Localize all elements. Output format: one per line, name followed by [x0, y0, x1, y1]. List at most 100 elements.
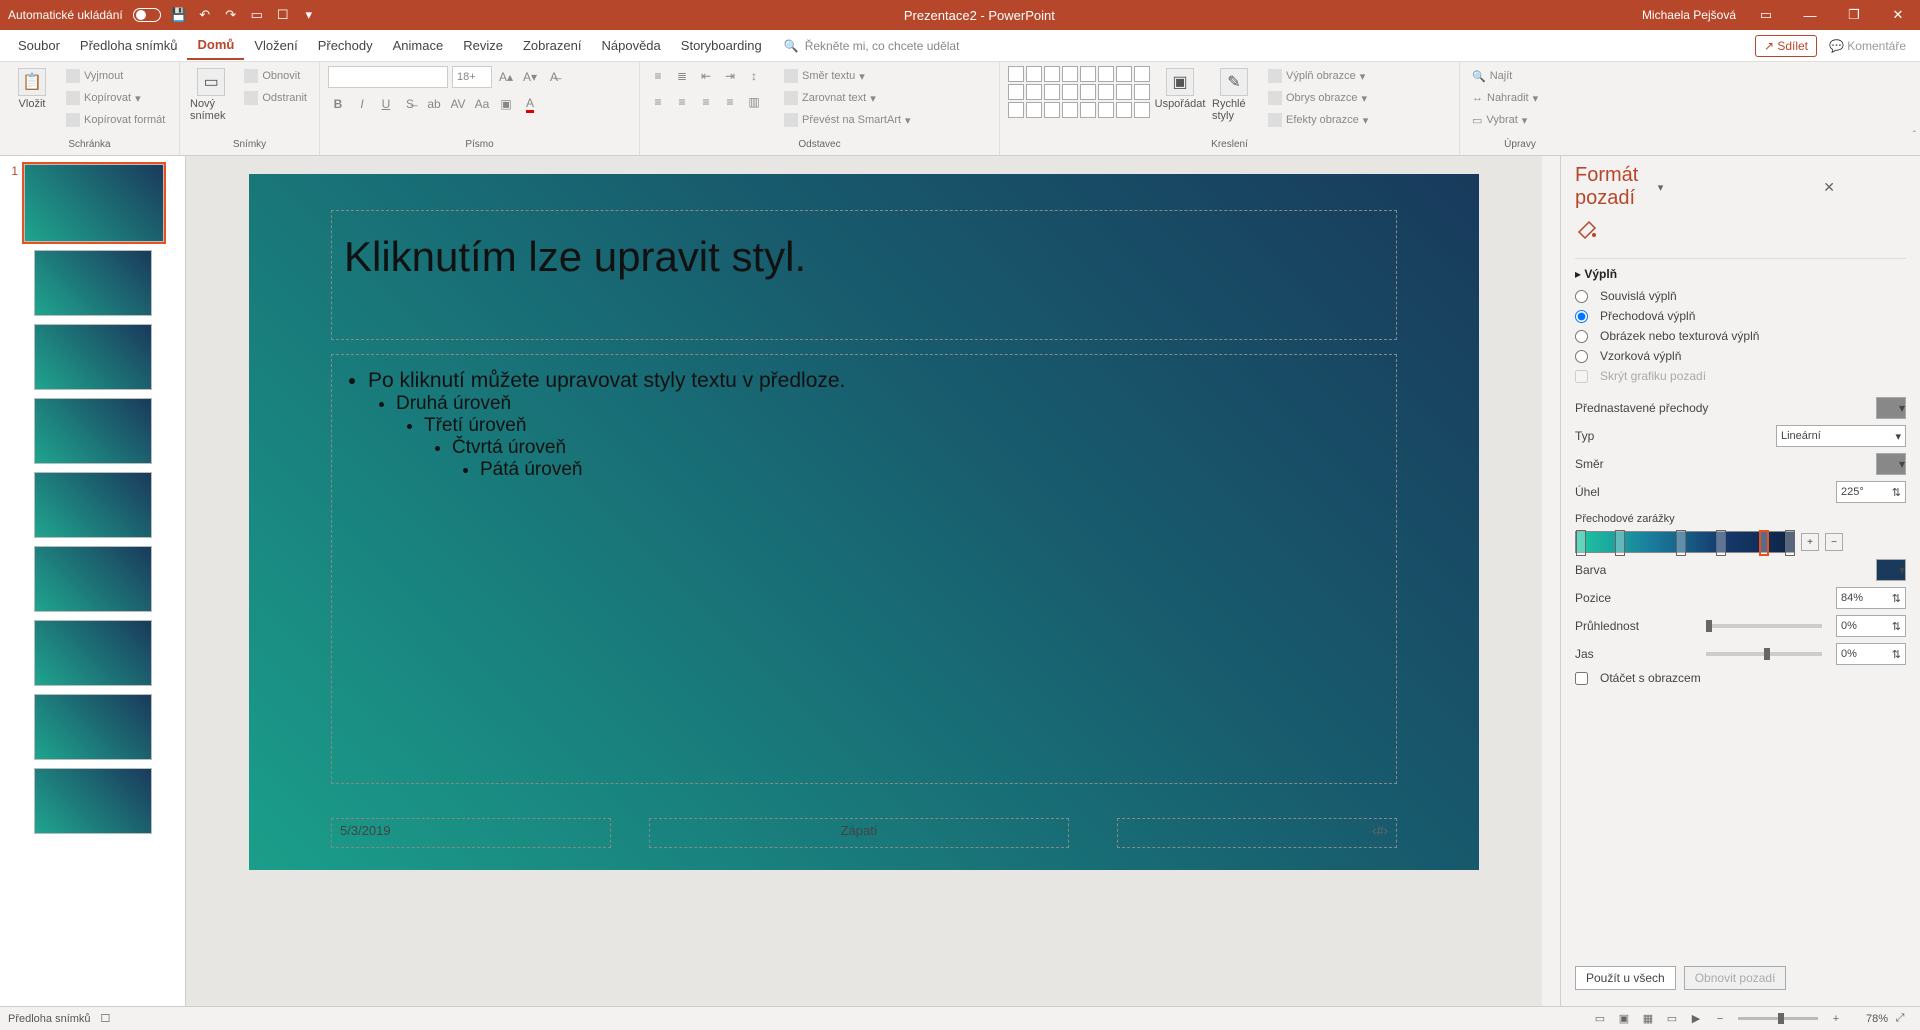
transparency-input[interactable]: 0%⇅: [1836, 615, 1906, 637]
underline-button[interactable]: U: [376, 94, 396, 114]
strike-button[interactable]: S̶: [400, 94, 420, 114]
shrink-font-icon[interactable]: A▾: [520, 67, 540, 87]
select-button[interactable]: ▭Vybrat ▾: [1468, 110, 1542, 130]
transparency-slider[interactable]: [1706, 624, 1823, 628]
comments-button[interactable]: 💬 Komentáře: [1823, 36, 1912, 56]
notes-button[interactable]: ▭: [1589, 1010, 1611, 1028]
layout-thumb-6[interactable]: [34, 620, 152, 686]
slidenum-placeholder[interactable]: ‹#›: [1117, 818, 1397, 848]
zoom-in-icon[interactable]: +: [1825, 1010, 1847, 1028]
date-placeholder[interactable]: 5/3/2019: [331, 818, 611, 848]
shadow-button[interactable]: ab: [424, 94, 444, 114]
close-icon[interactable]: ✕: [1884, 7, 1912, 23]
outdent-icon[interactable]: ⇤: [696, 66, 716, 86]
numbering-icon[interactable]: ≣: [672, 66, 692, 86]
layout-thumb-7[interactable]: [34, 694, 152, 760]
preset-gradient-picker[interactable]: ▾: [1876, 397, 1906, 419]
copy-button[interactable]: Kopírovat ▾: [62, 88, 169, 108]
shapes-gallery[interactable]: [1008, 66, 1150, 118]
pane-menu-icon[interactable]: ▾: [1658, 181, 1741, 194]
title-placeholder[interactable]: Kliknutím lze upravit styl.: [331, 210, 1397, 340]
shape-outline-button[interactable]: Obrys obrazce ▾: [1264, 88, 1372, 108]
autosave-toggle[interactable]: [133, 8, 161, 22]
columns-icon[interactable]: ▥: [744, 92, 764, 112]
gradient-direction-picker[interactable]: ▾: [1876, 453, 1906, 475]
font-size-combo[interactable]: 18+: [452, 66, 492, 88]
tab-predloha[interactable]: Předloha snímků: [70, 32, 188, 59]
italic-button[interactable]: I: [352, 94, 372, 114]
layout-thumb-3[interactable]: [34, 398, 152, 464]
replace-button[interactable]: ↔Nahradit ▾: [1468, 88, 1542, 108]
align-text-button[interactable]: Zarovnat text ▾: [780, 88, 915, 108]
normal-view-icon[interactable]: ▣: [1613, 1010, 1635, 1028]
spacing-button[interactable]: AV: [448, 94, 468, 114]
font-family-combo[interactable]: [328, 66, 448, 88]
bucket-icon[interactable]: [1575, 218, 1603, 246]
save-icon[interactable]: 💾: [171, 7, 187, 23]
accessibility-icon[interactable]: ☐: [101, 1012, 111, 1025]
shape-effects-button[interactable]: Efekty obrazce ▾: [1264, 110, 1372, 130]
align-left-icon[interactable]: ≡: [648, 92, 668, 112]
zoom-value[interactable]: 78%: [1848, 1013, 1888, 1025]
grow-font-icon[interactable]: A▴: [496, 67, 516, 87]
shape-fill-button[interactable]: Výplň obrazce ▾: [1264, 66, 1372, 86]
pattern-fill-radio[interactable]: [1575, 350, 1588, 363]
share-button[interactable]: ↗ Sdílet: [1755, 35, 1817, 57]
delete-button[interactable]: Odstranit: [240, 88, 311, 108]
minimize-icon[interactable]: —: [1796, 8, 1824, 23]
align-right-icon[interactable]: ≡: [696, 92, 716, 112]
slideshow-view-icon[interactable]: ▶: [1685, 1010, 1707, 1028]
remove-stop-icon[interactable]: −: [1825, 533, 1843, 551]
new-slide-button[interactable]: ▭ Nový snímek: [188, 66, 234, 124]
find-button[interactable]: 🔍Najít: [1468, 66, 1542, 86]
justify-icon[interactable]: ≡: [720, 92, 740, 112]
slide-master[interactable]: Kliknutím lze upravit styl. Po kliknutí …: [249, 174, 1479, 870]
tab-domu[interactable]: Domů: [187, 31, 244, 60]
tab-prechody[interactable]: Přechody: [308, 32, 383, 59]
paste-button[interactable]: 📋 Vložit: [8, 66, 56, 112]
zoom-out-icon[interactable]: −: [1709, 1010, 1731, 1028]
tab-revize[interactable]: Revize: [453, 32, 513, 59]
cut-button[interactable]: Vyjmout: [62, 66, 169, 86]
body-placeholder[interactable]: Po kliknutí můžete upravovat styly textu…: [331, 354, 1397, 784]
text-direction-button[interactable]: Směr textu ▾: [780, 66, 915, 86]
stop-color-picker[interactable]: ▾: [1876, 559, 1906, 581]
highlight-button[interactable]: ▣: [496, 94, 516, 114]
footer-placeholder[interactable]: Zápatí: [649, 818, 1069, 848]
tab-storyboarding[interactable]: Storyboarding: [671, 32, 772, 59]
layout-thumb-5[interactable]: [34, 546, 152, 612]
arrange-button[interactable]: ▣ Uspořádat: [1156, 66, 1204, 112]
touch-icon[interactable]: ☐: [275, 7, 291, 23]
tell-me[interactable]: 🔍 Řekněte mi, co chcete udělat: [784, 39, 960, 53]
linespace-icon[interactable]: ↕: [744, 66, 764, 86]
align-center-icon[interactable]: ≡: [672, 92, 692, 112]
brightness-input[interactable]: 0%⇅: [1836, 643, 1906, 665]
add-stop-icon[interactable]: +: [1801, 533, 1819, 551]
ribbon-opts-icon[interactable]: ▭: [1752, 7, 1780, 23]
user-name[interactable]: Michaela Pejšová: [1642, 8, 1736, 22]
collapse-ribbon-icon[interactable]: ˆ: [1913, 130, 1916, 141]
font-color-button[interactable]: A: [520, 94, 540, 114]
pane-close-icon[interactable]: ✕: [1823, 179, 1906, 196]
tab-soubor[interactable]: Soubor: [8, 32, 70, 59]
zoom-slider[interactable]: [1738, 1017, 1818, 1020]
tab-napoveda[interactable]: Nápověda: [592, 32, 671, 59]
layout-thumb-1[interactable]: [34, 250, 152, 316]
picture-fill-radio[interactable]: [1575, 330, 1588, 343]
angle-input[interactable]: 225°⇅: [1836, 481, 1906, 503]
rotate-with-shape-check[interactable]: [1575, 672, 1588, 685]
brightness-slider[interactable]: [1706, 652, 1823, 656]
reading-view-icon[interactable]: ▭: [1661, 1010, 1683, 1028]
tab-animace[interactable]: Animace: [383, 32, 454, 59]
refresh-button[interactable]: Obnovit: [240, 66, 311, 86]
tab-vlozeni[interactable]: Vložení: [244, 32, 307, 59]
solid-fill-radio[interactable]: [1575, 290, 1588, 303]
master-thumb[interactable]: [24, 164, 164, 242]
layout-thumb-8[interactable]: [34, 768, 152, 834]
fit-to-window-icon[interactable]: ⤢: [1889, 1010, 1911, 1028]
case-button[interactable]: Aa: [472, 94, 492, 114]
maximize-icon[interactable]: ❐: [1840, 7, 1868, 23]
canvas-scrollbar[interactable]: [1542, 156, 1560, 1006]
smartart-button[interactable]: Převést na SmartArt ▾: [780, 110, 915, 130]
position-input[interactable]: 84%⇅: [1836, 587, 1906, 609]
